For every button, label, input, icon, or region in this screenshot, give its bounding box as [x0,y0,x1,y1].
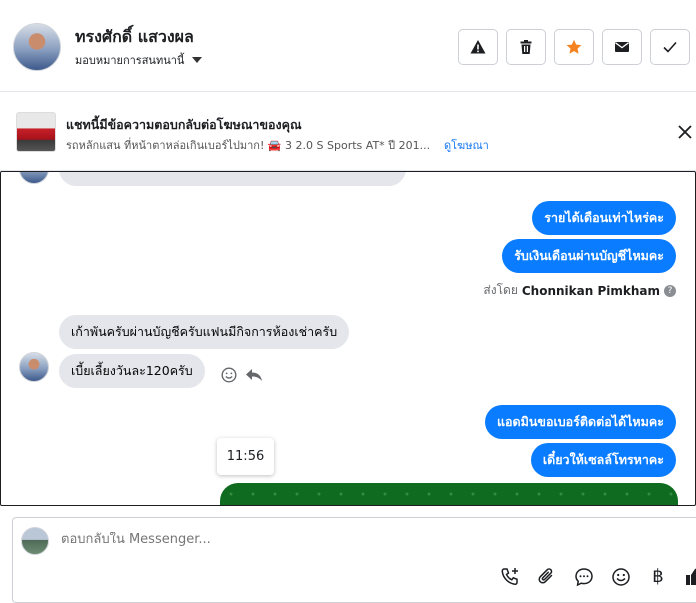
close-banner-button[interactable] [678,124,692,143]
attachment-icon[interactable] [536,566,558,588]
emoji-icon[interactable] [610,566,632,588]
warning-icon [470,40,486,54]
ad-reply-banner: แชทนี้มีข้อความตอบกลับต่อโฆษณาของคุณ รถห… [0,93,696,171]
ad-thumbnail[interactable] [16,112,56,152]
close-icon [678,125,692,139]
reply-icon[interactable] [245,367,263,383]
check-icon [663,41,677,53]
outgoing-message[interactable]: รายได้เดือนเท่าไหร่คะ [532,201,676,235]
call-add-icon[interactable] [499,566,521,588]
mark-done-button[interactable] [650,29,690,65]
mail-icon [615,42,629,52]
contact-avatar[interactable] [13,23,61,71]
ad-banner-title: แชทนี้มีข้อความตอบกลับต่อโฆษณาของคุณ [66,117,302,132]
view-ad-link[interactable]: ดูโฆษณา [444,136,489,154]
header-actions [458,29,690,65]
ad-banner-subtitle: รถหลักแสน ที่หน้าตาหล่อเกินเบอร์ไปมาก! 🚘… [66,139,431,152]
outgoing-message[interactable]: เดี๋ยวให้เซลล์โทรหาคะ [530,443,676,477]
trash-icon [520,40,532,54]
incoming-message[interactable]: เก้าพันครับผ่านบัญชีครับแฟนมีกิจการห้องเ… [59,315,350,349]
like-icon[interactable] [684,566,696,588]
sender-avatar[interactable] [19,352,49,382]
saved-reply-icon[interactable] [573,566,595,588]
sender-avatar-clipped [19,172,49,184]
assign-label: มอบหมายการสนทนานี้ [75,54,185,67]
reply-input[interactable] [61,532,461,547]
sent-by-name: Chonnikan Pimkham [521,283,660,298]
star-button[interactable] [554,29,594,65]
message-bubble-clipped [59,172,406,186]
mark-unread-button[interactable] [602,29,642,65]
caret-down-icon [192,57,203,63]
contact-name[interactable]: ทรงศักดิ์ แสวงผล [75,25,194,50]
sent-by-label: ส่งโดย Chonnikan Pimkham ? [483,281,676,300]
outgoing-message[interactable]: แอดมินขอเบอร์ติดต่อได้ไหมคะ [484,405,676,439]
sticker-image-card[interactable] [220,483,678,505]
sent-by-prefix: ส่งโดย [483,283,518,297]
outgoing-message[interactable]: รับเงินเดือนผ่านบัญชีไหมคะ [502,239,676,273]
star-icon [566,39,582,54]
page-avatar [21,527,49,555]
conversation-header: ทรงศักดิ์ แสวงผล มอบหมายการสนทนานี้ [0,0,696,92]
message-thread[interactable]: รายได้เดือนเท่าไหร่คะ รับเงินเดือนผ่านบั… [0,171,696,506]
help-icon[interactable]: ? [664,284,676,297]
assign-conversation-dropdown[interactable]: มอบหมายการสนทนานี้ [75,51,203,69]
message-actions [221,367,263,383]
mark-spam-button[interactable] [458,29,498,65]
delete-button[interactable] [506,29,546,65]
payment-icon[interactable]: ฿ [647,566,669,588]
composer-toolbar: ฿ [499,566,696,588]
incoming-message[interactable]: เบี้ยเลี้ยงวันละ120ครับ [59,354,205,388]
timestamp-tooltip: 11:56 [217,438,274,475]
react-emoji-icon[interactable] [221,367,237,383]
reply-composer: ฿ [12,517,696,603]
